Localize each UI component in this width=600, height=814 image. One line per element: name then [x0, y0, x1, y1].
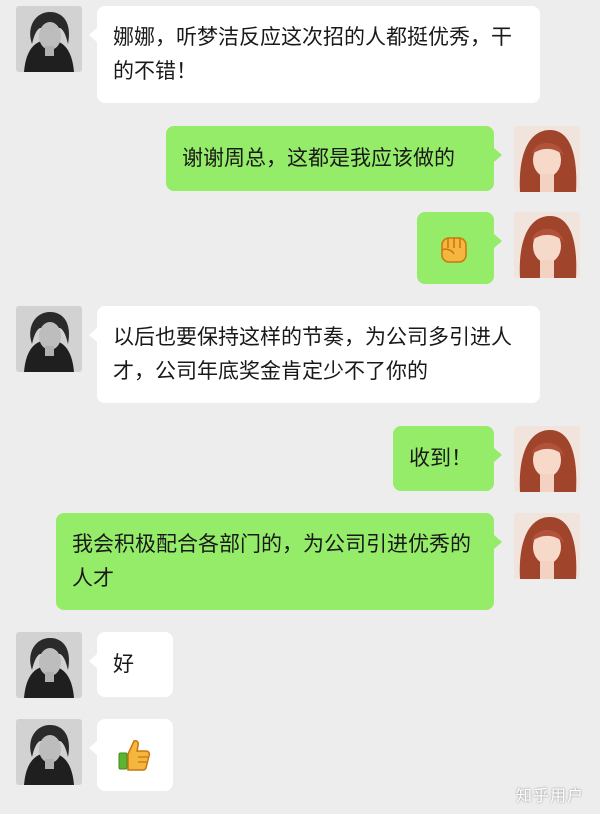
avatar-me[interactable] — [514, 126, 580, 192]
boss-avatar-photo — [16, 719, 82, 785]
message-text: 我会积极配合各部门的，为公司引进优秀的人才 — [72, 532, 471, 590]
avatar-boss[interactable] — [16, 719, 82, 785]
bubble-tail — [89, 28, 97, 42]
message-bubble-7[interactable]: 好 — [89, 632, 173, 697]
my-avatar-photo — [514, 212, 580, 278]
bubble-tail — [89, 654, 97, 668]
message-bubble-2[interactable]: 谢谢周总，这都是我应该做的 — [166, 126, 502, 191]
my-avatar-photo — [514, 513, 580, 579]
message-text: 娜娜，听梦洁反应这次招的人都挺优秀，干的不错！ — [113, 25, 512, 83]
avatar-boss[interactable] — [16, 6, 82, 72]
message-text: 收到！ — [409, 446, 472, 470]
thumbs-up-icon — [118, 740, 151, 771]
message-bubble-3[interactable] — [417, 212, 502, 284]
message-bubble-4[interactable]: 以后也要保持这样的节奏，为公司多引进人才，公司年底奖金肯定少不了你的 — [89, 306, 540, 403]
avatar-boss[interactable] — [16, 306, 82, 372]
bubble-tail — [494, 234, 502, 248]
boss-avatar-photo — [16, 632, 82, 698]
avatar-me[interactable] — [514, 513, 580, 579]
avatar-boss[interactable] — [16, 632, 82, 698]
message-text: 好 — [113, 652, 134, 676]
boss-avatar-photo — [16, 306, 82, 372]
bubble-tail — [89, 741, 97, 755]
message-text: 谢谢周总，这都是我应该做的 — [182, 146, 455, 170]
my-avatar-photo — [514, 426, 580, 492]
my-avatar-photo — [514, 126, 580, 192]
message-text: 以后也要保持这样的节奏，为公司多引进人才，公司年底奖金肯定少不了你的 — [113, 325, 512, 383]
message-bubble-8[interactable] — [89, 719, 173, 791]
bubble-tail — [494, 448, 502, 462]
fist-icon — [441, 237, 467, 263]
bubble-tail — [89, 328, 97, 342]
boss-avatar-photo — [16, 6, 82, 72]
avatar-me[interactable] — [514, 426, 580, 492]
message-bubble-1[interactable]: 娜娜，听梦洁反应这次招的人都挺优秀，干的不错！ — [89, 6, 540, 103]
watermark-text: 知乎用户 — [515, 786, 584, 805]
message-bubble-6[interactable]: 我会积极配合各部门的，为公司引进优秀的人才 — [56, 513, 502, 610]
message-bubble-5[interactable]: 收到！ — [393, 426, 502, 491]
avatar-me[interactable] — [514, 212, 580, 278]
bubble-tail — [494, 535, 502, 549]
bubble-tail — [494, 148, 502, 162]
